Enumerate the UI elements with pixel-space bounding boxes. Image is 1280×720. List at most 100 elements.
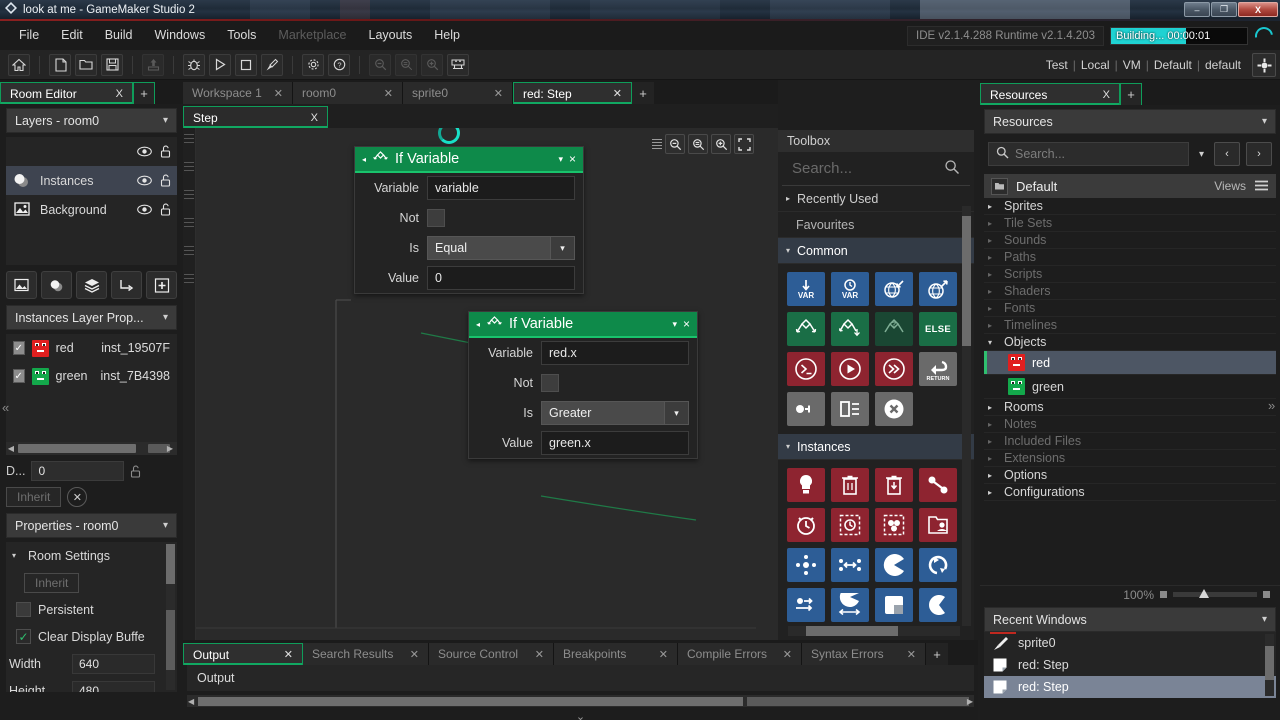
tab-room-editor[interactable]: Room Editor X	[0, 82, 133, 104]
triangle-collapsed-icon[interactable]: ▸	[988, 270, 997, 279]
hamburger-icon[interactable]	[1254, 179, 1269, 194]
block-icon[interactable]	[831, 392, 869, 426]
instance-group-icon[interactable]	[875, 508, 913, 542]
menu-edit[interactable]: Edit	[50, 21, 94, 50]
crosshair-target-icon[interactable]	[1252, 53, 1276, 77]
collapse-right-panel-icon[interactable]: »	[1268, 398, 1278, 413]
scrollbar-thumb[interactable]	[166, 544, 175, 584]
minimize-button[interactable]: –	[1184, 2, 1210, 17]
node-header[interactable]: ◂ If Variable ▾ ×	[355, 147, 583, 173]
tab-compile-errors[interactable]: Compile Errors ✕	[678, 643, 802, 665]
instances-layer-properties-header[interactable]: Instances Layer Prop... ▾	[6, 305, 177, 330]
wrap-icon[interactable]	[875, 588, 913, 622]
triangle-collapsed-icon[interactable]: ▸	[988, 420, 997, 429]
room-settings-group[interactable]: ▾ Room Settings	[6, 542, 177, 569]
next-resource-button[interactable]: ›	[1246, 142, 1272, 166]
value-input[interactable]: green.x	[541, 431, 689, 455]
tree-item-included-files[interactable]: ▸ Included Files	[984, 433, 1276, 450]
close-icon[interactable]: ✕	[535, 648, 544, 661]
add-instance-layer-icon[interactable]	[41, 271, 72, 299]
return-icon[interactable]: RETURN	[919, 352, 957, 386]
magnifier-icon[interactable]	[944, 159, 960, 178]
eye-icon[interactable]	[137, 175, 152, 187]
save-icon[interactable]	[101, 53, 123, 76]
help-icon[interactable]: ?	[328, 53, 350, 76]
preferences-gear-icon[interactable]	[302, 53, 324, 76]
close-icon[interactable]: ✕	[284, 648, 293, 661]
add-background-layer-icon[interactable]	[6, 271, 37, 299]
triangle-expanded-icon[interactable]: ▾	[786, 246, 790, 255]
get-global-icon[interactable]	[875, 272, 913, 306]
tree-item-scripts[interactable]: ▸ Scripts	[984, 266, 1276, 283]
close-button[interactable]: X	[1238, 2, 1278, 17]
triangle-expanded-icon[interactable]: ▾	[786, 442, 790, 451]
collapse-output-icon[interactable]: ⌄	[183, 710, 978, 720]
reverse-direction-icon[interactable]	[919, 548, 957, 582]
tab-output[interactable]: Output ✕	[183, 643, 303, 665]
action-node-if-variable-2[interactable]: ◂ If Variable ▾ × Variable red.x Not Is …	[468, 311, 698, 459]
persistent-checkbox[interactable]	[16, 602, 31, 617]
toolbox-section-instances[interactable]: ▾ Instances	[778, 434, 974, 460]
resources-search-input[interactable]: Search...	[988, 142, 1189, 166]
triangle-collapsed-icon[interactable]: ▸	[988, 287, 997, 296]
list-item[interactable]: ✓ green inst_7B4398	[6, 362, 177, 390]
add-tab-button[interactable]: +	[1120, 83, 1142, 105]
clear-display-row[interactable]: ✓ Clear Display Buffe	[6, 623, 177, 650]
scroll-right-arrow-icon[interactable]: ▶	[967, 697, 973, 706]
add-tile-layer-icon[interactable]	[76, 271, 107, 299]
instances-horizontal-scrollbar[interactable]: ◀ ▶	[6, 442, 177, 455]
zoom-slider[interactable]	[1173, 589, 1257, 598]
menu-build[interactable]: Build	[94, 21, 144, 50]
tab-sprite0[interactable]: sprite0 ✕	[403, 82, 513, 104]
eye-icon[interactable]	[137, 146, 152, 158]
close-icon[interactable]: ✕	[410, 648, 419, 661]
chevron-down-icon[interactable]: ▾	[1262, 116, 1267, 127]
toolbox-section-recently-used[interactable]: ▸ Recently Used	[778, 186, 974, 212]
zoom-in-icon[interactable]	[711, 134, 731, 154]
triangle-collapsed-icon[interactable]: ▸	[988, 403, 997, 412]
close-icon[interactable]: ✕	[384, 87, 393, 100]
clean-icon[interactable]	[261, 53, 283, 76]
resource-view-default[interactable]: Default Views	[984, 174, 1276, 198]
variable-input[interactable]: variable	[427, 176, 575, 200]
add-tab-button[interactable]: +	[133, 82, 155, 104]
zoom-reset-icon[interactable]	[395, 53, 417, 76]
add-path-layer-icon[interactable]	[111, 271, 142, 299]
not-checkbox[interactable]	[427, 209, 445, 227]
recent-windows-header[interactable]: Recent Windows ▾	[984, 607, 1276, 632]
close-icon[interactable]: ✕	[274, 87, 283, 100]
tree-item-rooms[interactable]: ▸ Rooms	[984, 399, 1276, 416]
toolbox-section-common[interactable]: ▾ Common	[778, 238, 974, 264]
zoom-out-icon[interactable]	[665, 134, 685, 154]
open-folder-icon[interactable]	[75, 53, 97, 76]
chevron-down-icon[interactable]: ▾	[163, 520, 168, 531]
add-tab-button[interactable]: +	[632, 82, 654, 104]
instance-checkbox[interactable]: ✓	[13, 341, 25, 355]
set-instance-alarm-icon[interactable]	[831, 508, 869, 542]
toolbox-horizontal-scrollbar[interactable]	[788, 626, 960, 636]
close-icon[interactable]: ×	[683, 317, 690, 331]
tab-resources[interactable]: Resources X	[980, 83, 1120, 105]
stop-icon[interactable]	[235, 53, 257, 76]
new-file-icon[interactable]	[49, 53, 71, 76]
zoom-out-icon[interactable]	[369, 53, 391, 76]
else-icon[interactable]: ELSE	[919, 312, 957, 346]
tab-source-control[interactable]: Source Control ✕	[429, 643, 554, 665]
destroy-object-icon[interactable]	[875, 468, 913, 502]
chevron-down-icon[interactable]: ▾	[664, 402, 688, 424]
else-if-icon[interactable]	[831, 312, 869, 346]
comment-icon[interactable]	[787, 392, 825, 426]
fit-to-screen-icon[interactable]	[734, 134, 754, 154]
tree-item-tile-sets[interactable]: ▸ Tile Sets	[984, 215, 1276, 232]
chevron-down-icon[interactable]: ▾	[1195, 149, 1208, 160]
add-tab-button[interactable]: +	[926, 643, 948, 665]
maximize-button[interactable]: ❐	[1211, 2, 1237, 17]
tree-item-notes[interactable]: ▸ Notes	[984, 416, 1276, 433]
tree-item-objects[interactable]: ▾ Objects	[984, 334, 1276, 351]
tab-breakpoints[interactable]: Breakpoints ✕	[554, 643, 678, 665]
action-node-if-variable-1[interactable]: ◂ If Variable ▾ × Variable variable Not	[354, 146, 584, 294]
scroll-left-arrow-icon[interactable]: ◀	[6, 444, 16, 453]
recent-windows-scrollbar[interactable]	[1265, 634, 1274, 696]
exit-icon[interactable]	[875, 392, 913, 426]
close-icon[interactable]: X	[116, 88, 123, 100]
